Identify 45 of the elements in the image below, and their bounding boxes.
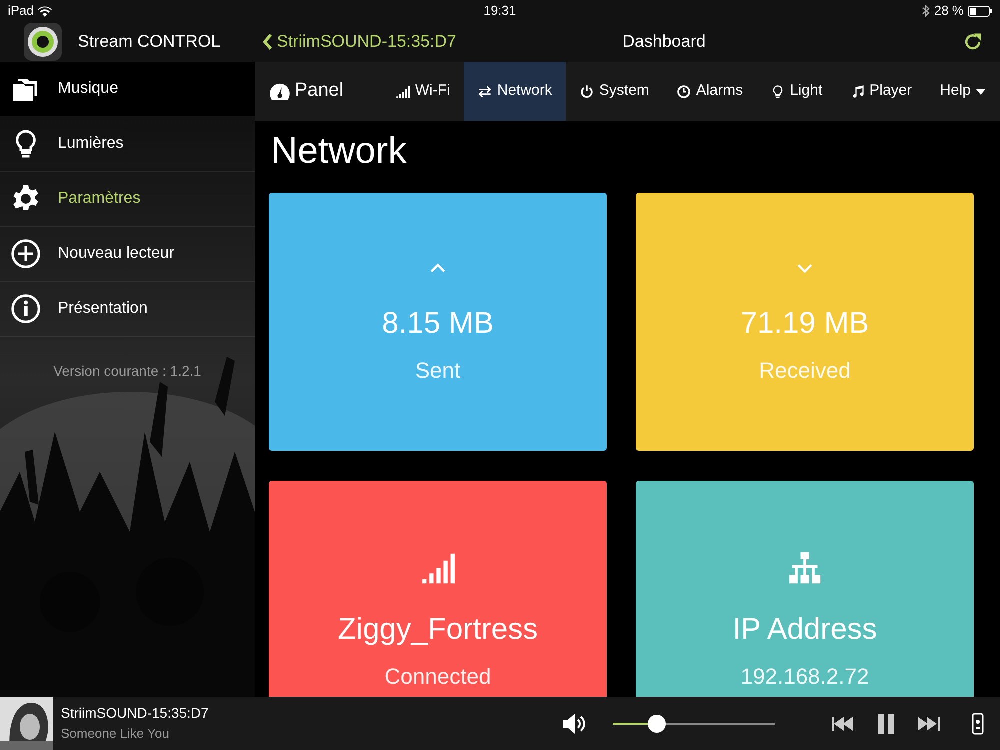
card-caption: Received: [759, 358, 851, 384]
dashboard-icon: [269, 82, 291, 100]
power-icon: [580, 84, 594, 98]
nav-tab[interactable]: System: [566, 62, 664, 121]
battery-icon: [968, 6, 992, 16]
music-note-icon: [850, 84, 865, 98]
section-heading: Network: [271, 129, 408, 173]
pause-button[interactable]: [878, 714, 894, 734]
clock-time: 19:31: [484, 3, 516, 18]
card-value: Ziggy_Fortress: [338, 613, 538, 646]
signal-bars-icon: [396, 84, 410, 98]
panel-brand[interactable]: Panel: [269, 77, 344, 106]
previous-button[interactable]: [832, 716, 854, 730]
device-name: iPad: [8, 2, 34, 20]
caret-icon: [976, 88, 986, 94]
card-caption: Sent: [415, 358, 461, 384]
back-chevron-icon: [263, 33, 273, 51]
slider-thumb[interactable]: [648, 714, 666, 732]
card-caption: Connected: [384, 664, 492, 690]
page-title: Dashboard: [622, 32, 706, 51]
card-value: 71.19 MB: [740, 307, 870, 340]
wifi-icon: [38, 6, 52, 16]
volume-icon: [562, 712, 588, 734]
remote-button[interactable]: [972, 712, 984, 734]
nav-tab[interactable]: Player: [836, 62, 926, 121]
bluetooth-icon: [922, 5, 930, 17]
sitemap-icon: [788, 551, 822, 586]
player-device: StriimSOUND-15:35:D7: [61, 704, 210, 724]
lightbulb-icon: [771, 84, 786, 98]
app-title: Stream CONTROL: [78, 31, 221, 54]
signal-bars-icon: [421, 551, 455, 586]
nav-tab[interactable]: Alarms: [663, 62, 758, 121]
card-caption: 192.168.2.72: [740, 664, 870, 690]
clock-icon: [677, 84, 692, 98]
track-title: Someone Like You: [61, 725, 170, 744]
card-value: 8.15 MB: [382, 307, 494, 340]
nav-tab[interactable]: Network: [464, 62, 566, 121]
battery-percent: 28 %: [934, 2, 964, 20]
exchange-icon: [478, 84, 492, 98]
nav-tab[interactable]: Wi-Fi: [382, 62, 464, 121]
nav-tab[interactable]: Light: [757, 62, 837, 121]
next-button[interactable]: [918, 716, 940, 730]
back-button[interactable]: StriimSOUND-15:35:D7: [263, 29, 456, 55]
nav-tab[interactable]: Help: [926, 62, 1000, 121]
card-value: IP Address: [732, 613, 878, 646]
